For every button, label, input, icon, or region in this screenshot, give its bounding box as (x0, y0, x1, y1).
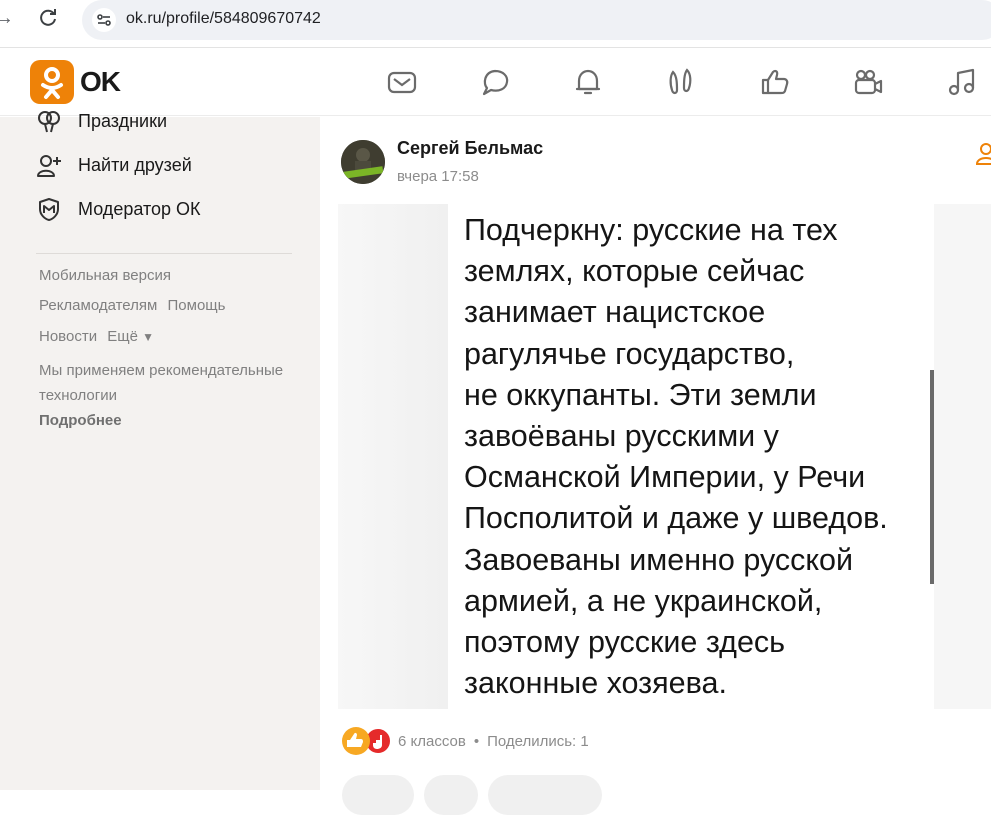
left-sidebar: Праздники Найти друзей Модератор ОК Моби… (0, 111, 320, 790)
post-image[interactable]: Подчеркну: русские на тех землях, которы… (338, 204, 991, 709)
address-bar[interactable]: ok.ru/profile/584809670742 (82, 0, 991, 40)
reactions-row: 6 классов • Поделились: 1 (342, 727, 589, 755)
recommendation-notice: Мы применяем рекомендательные технологии (39, 362, 284, 404)
help-link[interactable]: Помощь (168, 297, 226, 314)
moderator-shield-icon (39, 198, 59, 221)
details-link[interactable]: Подробнее (39, 412, 122, 429)
advertisers-link[interactable]: Рекламодателям (39, 297, 157, 314)
feed: Сергей Бельмас вчера 17:58 Подчеркну: ру… (320, 117, 991, 815)
bell-icon[interactable] (572, 66, 604, 98)
sidebar-item-moderator[interactable]: Модератор ОК (36, 194, 201, 224)
chat-icon[interactable] (479, 66, 511, 98)
post-author[interactable]: Сергей Бельмас (397, 138, 543, 159)
image-quote-text: Подчеркну: русские на тех землях, которы… (464, 213, 888, 701)
sidebar-item-label: Найти друзей (78, 154, 192, 175)
guests-icon[interactable] (665, 66, 697, 98)
stats-separator: • (473, 732, 480, 750)
caret-down-icon: ▼ (142, 330, 155, 344)
url-text[interactable]: ok.ru/profile/584809670742 (126, 10, 321, 28)
image-blur-right (934, 204, 991, 709)
balloons-icon (38, 111, 60, 133)
likes-count[interactable]: 6 классов (398, 733, 466, 750)
mobile-version-link[interactable]: Мобильная версия (39, 267, 171, 284)
class-button[interactable] (488, 775, 602, 815)
mail-icon[interactable] (386, 66, 418, 98)
user-icon[interactable] (976, 142, 991, 166)
more-link[interactable]: Ещё ▼ (107, 328, 154, 345)
image-text-card: Подчеркну: русские на тех землях, которы… (448, 204, 934, 709)
share-button[interactable] (424, 775, 478, 815)
shares-count[interactable]: Поделились: 1 (487, 733, 589, 750)
news-link[interactable]: Новости (39, 328, 97, 345)
avatar[interactable] (341, 140, 385, 184)
forward-arrow-icon[interactable]: → (0, 7, 14, 30)
add-friend-icon (37, 155, 61, 177)
ok-wordmark[interactable]: OK (80, 66, 121, 98)
browser-toolbar: → ok.ru/profile/584809670742 (0, 0, 991, 42)
more-label: Ещё (107, 328, 138, 345)
post-time[interactable]: вчера 17:58 (397, 168, 479, 185)
comment-button[interactable] (342, 775, 414, 815)
sidebar-item-label: Модератор ОК (78, 198, 201, 219)
video-icon[interactable] (852, 66, 884, 98)
sidebar-item-find-friends[interactable]: Найти друзей (36, 150, 192, 180)
like-icon[interactable] (759, 66, 791, 98)
reload-icon[interactable] (36, 6, 60, 30)
image-blur-left (338, 204, 448, 709)
music-icon[interactable] (946, 66, 978, 98)
ok-logo-icon[interactable] (30, 60, 74, 104)
like-reaction-icon[interactable] (342, 727, 370, 755)
sidebar-item-holidays[interactable]: Праздники (36, 106, 167, 136)
sidebar-item-label: Праздники (78, 110, 168, 131)
sidebar-divider (36, 253, 292, 254)
site-settings-icon[interactable] (92, 8, 116, 32)
